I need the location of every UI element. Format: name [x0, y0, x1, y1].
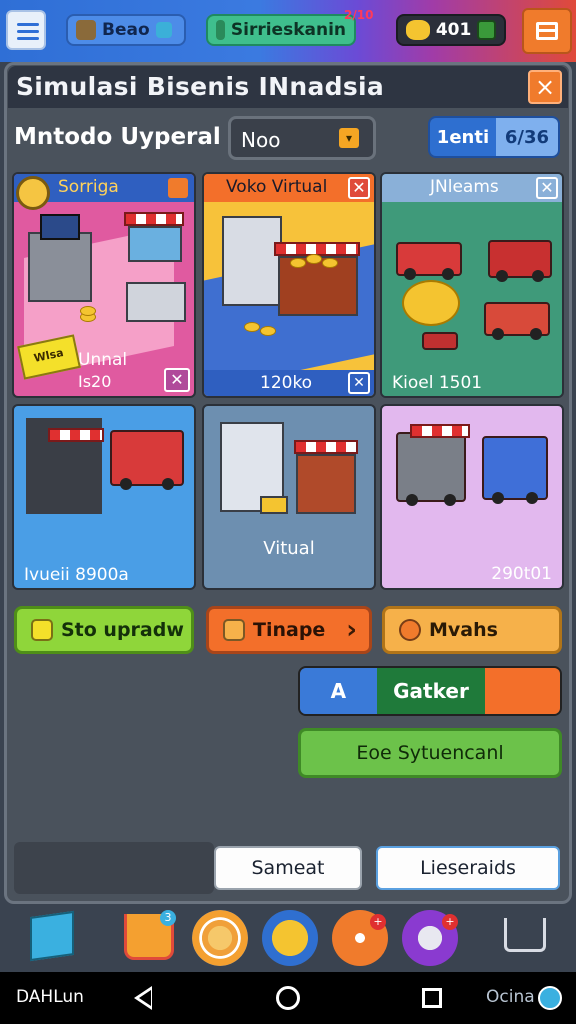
card-title: JNleams — [430, 177, 499, 197]
money-bag-icon — [399, 619, 421, 641]
toggle-right[interactable]: 6/36 — [495, 118, 558, 156]
business-card-4[interactable]: Ivueii 8900a — [12, 404, 196, 590]
window-button[interactable] — [522, 8, 572, 54]
timeline-button[interactable]: Tinape › — [206, 606, 372, 654]
stamp-badge: + — [442, 914, 458, 930]
card-footer: 290t01 — [491, 564, 552, 584]
wallet-icon — [477, 20, 496, 40]
secondary-button[interactable]: Sameat — [214, 846, 362, 890]
nav-left-label: DAHLun — [16, 987, 84, 1007]
mode-toggle[interactable]: 1enti 6/36 — [428, 116, 560, 158]
segment-a[interactable]: A — [300, 668, 377, 714]
menu-icon — [17, 23, 39, 26]
coin-spiral-icon[interactable] — [192, 910, 248, 966]
market-button[interactable]: Mvahs — [382, 606, 562, 654]
shopping-cart-icon[interactable] — [504, 918, 546, 952]
nav-right-label: Ocina — [486, 987, 535, 1007]
close-icon[interactable]: ✕ — [536, 177, 558, 199]
tag-icon — [223, 619, 245, 641]
market-stall-illustration — [14, 406, 194, 588]
home-icon[interactable] — [276, 986, 300, 1010]
card-title: Sorriga — [58, 177, 119, 197]
segment-c[interactable] — [485, 668, 560, 714]
menu-button[interactable] — [6, 10, 46, 50]
timeline-label: Tinape — [253, 619, 326, 641]
tools-button[interactable]: ✕ — [164, 368, 190, 392]
virtual-shop-illustration — [204, 202, 374, 391]
cube-icon[interactable] — [30, 910, 74, 962]
plus-icon — [155, 22, 172, 38]
segmented-control[interactable]: A Gatker — [298, 666, 562, 716]
bottom-strip — [14, 842, 214, 894]
business-card-5[interactable]: Vitual — [202, 404, 376, 590]
close-icon[interactable]: ✕ — [348, 177, 370, 199]
chevron-right-icon: › — [346, 615, 357, 645]
primary-button[interactable]: Lieseraids — [376, 846, 560, 890]
food-truck-illustration — [382, 406, 562, 588]
resource-pill-1-label: Beao — [102, 20, 150, 40]
business-card-3[interactable]: JNleams ✕ Kioel 1501 — [380, 172, 564, 398]
segment-b[interactable]: Gatker — [376, 668, 486, 714]
card-footer: Kioel 1501 — [382, 370, 562, 396]
resource-pill-1[interactable]: Beao — [66, 14, 186, 46]
business-card-2[interactable]: Voko Virtual ✕ 120ko ✕ — [202, 172, 376, 398]
coin-icon[interactable] — [262, 910, 318, 966]
resource-pill-2[interactable]: Sirrieskanin — [206, 14, 356, 46]
card-footer: Vitual — [263, 538, 315, 559]
assistant-icon[interactable] — [538, 986, 562, 1010]
chevron-down-icon: ▾ — [339, 128, 359, 148]
virtual-stall-illustration — [204, 406, 374, 588]
system-button[interactable]: Eoe Sytuencanl — [298, 728, 562, 778]
shop-icon — [216, 20, 225, 40]
pencil-badge: + — [370, 914, 386, 930]
score-value: 401 — [435, 20, 472, 40]
business-card-1[interactable]: Sorriga Wlsa Unnal Is20 ✕ — [12, 172, 196, 398]
page-title: Simulasi Bisenis INnadsia — [16, 72, 385, 101]
crate-icon — [76, 20, 96, 40]
select-value: Noo — [241, 128, 281, 152]
corner-tag: 2/10 — [344, 8, 374, 22]
trucks-illustration — [382, 202, 562, 370]
score-pill[interactable]: 401 — [396, 14, 506, 46]
card-line-2: Is20 — [78, 372, 112, 391]
recents-icon[interactable] — [422, 988, 442, 1008]
resource-pill-2-label: Sirrieskanin — [230, 20, 346, 40]
store-upgrade-label: Sto upradw — [61, 619, 184, 641]
method-label: Mntodo Uyperal — [14, 124, 221, 150]
card-footer: Ivueii 8900a — [24, 565, 129, 585]
tools-icon — [168, 178, 188, 198]
card-line-1: Unnal — [78, 350, 128, 370]
close-icon[interactable]: ✕ — [348, 372, 370, 394]
toggle-left[interactable]: 1enti — [430, 118, 496, 156]
card-title: Voko Virtual — [226, 177, 328, 197]
gold-coins-icon — [406, 20, 430, 40]
method-select[interactable]: Noo ▾ — [228, 116, 376, 160]
market-label: Mvahs — [429, 619, 498, 641]
business-card-6[interactable]: 290t01 — [380, 404, 564, 590]
cart-badge: 3 — [160, 910, 176, 926]
tag-icon — [31, 619, 53, 641]
store-upgrade-button[interactable]: Sto upradw — [14, 606, 194, 654]
close-button[interactable]: × — [528, 70, 562, 104]
